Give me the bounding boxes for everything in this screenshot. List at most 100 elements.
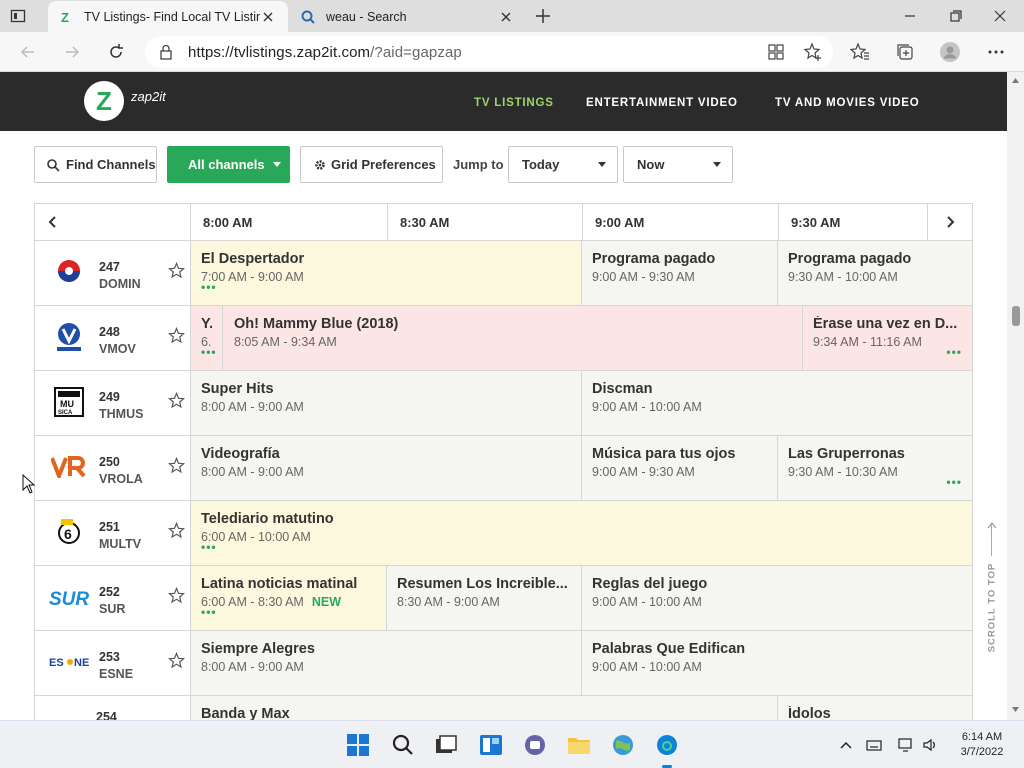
search-icon[interactable] <box>391 733 415 757</box>
program-cell[interactable]: Programa pagado 9:00 AM - 9:30 AM <box>582 241 778 305</box>
find-channels-button[interactable]: Find Channels <box>34 146 157 183</box>
program-cell[interactable]: El Despertador 7:00 AM - 9:00 AM ••• <box>191 241 582 305</box>
lock-icon[interactable] <box>159 44 173 60</box>
volume-icon[interactable] <box>922 737 938 753</box>
channel-cell[interactable]: 250 VROLA <box>35 436 191 500</box>
page-scrollbar[interactable] <box>1007 72 1024 720</box>
program-cell[interactable]: Telediario matutino 6:00 AM - 10:00 AM •… <box>191 501 972 565</box>
previous-time-icon[interactable] <box>44 213 62 231</box>
maximize-icon[interactable] <box>945 6 965 26</box>
nav-entertainment-video[interactable]: ENTERTAINMENT VIDEO <box>586 97 738 109</box>
more-options-icon[interactable]: ••• <box>946 475 962 489</box>
channel-number: 249 <box>99 390 120 404</box>
program-cell[interactable]: Reglas del juego 9:00 AM - 10:00 AM <box>582 566 972 630</box>
day-select[interactable]: Today <box>508 146 618 183</box>
new-tab-icon[interactable] <box>534 7 552 25</box>
channel-cell[interactable]: MU SICA 249 THMUS <box>35 371 191 435</box>
favorite-star-icon[interactable] <box>168 392 185 409</box>
program-cell[interactable]: Resumen Los Increible... 8:30 AM - 9:00 … <box>387 566 582 630</box>
chevron-up-icon[interactable] <box>838 737 854 753</box>
favorite-star-icon[interactable] <box>168 262 185 279</box>
program-cell[interactable]: Programa pagado 9:30 AM - 10:00 AM <box>778 241 972 305</box>
scroll-up-arrow-icon[interactable] <box>1011 76 1020 84</box>
program-cell[interactable]: Videografía 8:00 AM - 9:00 AM <box>191 436 582 500</box>
system-clock[interactable]: 6:14 AM 3/7/2022 <box>952 730 1012 760</box>
divider <box>991 524 992 556</box>
channel-cell[interactable]: 247 DOMIN <box>35 241 191 305</box>
zap2it-logo[interactable]: Z <box>84 81 124 121</box>
next-time-cell[interactable] <box>927 204 973 241</box>
profile-avatar-icon[interactable] <box>940 42 960 62</box>
program-cell[interactable]: Ídolos <box>778 696 972 720</box>
minimize-icon[interactable] <box>900 6 920 26</box>
favorite-star-icon[interactable] <box>168 457 185 474</box>
tab-tv-listings[interactable]: Z TV Listings- Find Local TV Listing <box>48 1 288 32</box>
grid-preferences-button[interactable]: Grid Preferences <box>300 146 443 183</box>
task-view-icon[interactable] <box>434 733 458 757</box>
vmov-logo <box>49 320 89 354</box>
program-cell[interactable]: Super Hits 8:00 AM - 9:00 AM <box>191 371 582 435</box>
program-cell[interactable]: Palabras Que Edifican 9:00 AM - 10:00 AM <box>582 631 972 695</box>
channel-cell[interactable]: 254 <box>35 696 191 720</box>
nav-tv-listings[interactable]: TV LISTINGS <box>474 97 554 109</box>
program-title: Reglas del juego <box>592 576 708 592</box>
more-options-icon[interactable]: ••• <box>946 345 962 359</box>
more-options-icon[interactable] <box>986 42 1006 62</box>
teams-chat-icon[interactable] <box>523 733 547 757</box>
program-cell[interactable]: Y. 6. ••• <box>191 306 223 370</box>
channel-row: 248 VMOV Y. 6. ••• Oh! Mammy Blue (2018)… <box>34 306 973 371</box>
close-window-icon[interactable] <box>990 6 1010 26</box>
more-options-icon[interactable]: ••• <box>201 345 217 359</box>
favorites-icon[interactable] <box>850 42 870 62</box>
jump-to-label: Jump to <box>453 157 504 172</box>
scrollbar-thumb[interactable] <box>1012 306 1020 326</box>
scroll-to-top-label: SCROLL TO TOP <box>986 562 998 653</box>
more-options-icon[interactable]: ••• <box>201 605 217 619</box>
program-cell[interactable]: Oh! Mammy Blue (2018) 8:05 AM - 9:34 AM <box>223 306 803 370</box>
more-options-icon[interactable]: ••• <box>201 540 217 554</box>
all-channels-dropdown[interactable]: All channels <box>167 146 290 183</box>
refresh-icon[interactable] <box>106 42 126 62</box>
windows-start-icon[interactable] <box>346 733 370 757</box>
scroll-down-arrow-icon[interactable] <box>1011 706 1020 714</box>
more-options-icon[interactable]: ••• <box>201 280 217 294</box>
favorite-star-icon[interactable] <box>168 522 185 539</box>
program-cell[interactable]: Érase una vez en D... 9:34 AM - 11:16 AM… <box>803 306 972 370</box>
next-time-icon[interactable] <box>941 213 959 231</box>
app-available-icon[interactable] <box>766 42 786 62</box>
program-title: Programa pagado <box>592 251 716 267</box>
file-explorer-icon[interactable] <box>567 733 591 757</box>
program-cell[interactable]: Latina noticias matinal 6:00 AM - 8:30 A… <box>191 566 387 630</box>
scroll-to-top-button[interactable]: SCROLL TO TOP <box>980 520 1004 660</box>
program-cell[interactable]: Banda y Max <box>191 696 778 720</box>
channel-cell[interactable]: SUR 252 SUR <box>35 566 191 630</box>
add-favorite-icon[interactable] <box>803 42 823 62</box>
tab-weau-search[interactable]: weau - Search <box>290 1 526 32</box>
channel-cell[interactable]: 248 VMOV <box>35 306 191 370</box>
channel-row: 247 DOMIN El Despertador 7:00 AM - 9:00 … <box>34 241 973 306</box>
maps-app-icon[interactable] <box>611 733 635 757</box>
program-cell[interactable]: Discman 9:00 AM - 10:00 AM <box>582 371 972 435</box>
favorite-star-icon[interactable] <box>168 327 185 344</box>
channel-cell[interactable]: ES NE 253 ESNE <box>35 631 191 695</box>
network-icon[interactable] <box>898 737 914 753</box>
program-cell[interactable]: Siempre Alegres 8:00 AM - 9:00 AM <box>191 631 582 695</box>
close-tab-icon[interactable] <box>498 9 514 25</box>
program-cell[interactable]: Las Gruperronas 9:30 AM - 10:30 AM ••• <box>778 436 972 500</box>
collections-icon[interactable] <box>895 42 915 62</box>
favorite-star-icon[interactable] <box>168 652 185 669</box>
program-cell[interactable]: Música para tus ojos 9:00 AM - 9:30 AM <box>582 436 778 500</box>
channel-cell[interactable]: 6 251 MULTV <box>35 501 191 565</box>
close-tab-icon[interactable] <box>260 9 276 25</box>
forward-icon[interactable] <box>62 42 82 62</box>
back-icon[interactable] <box>18 42 38 62</box>
tab-actions-icon[interactable] <box>10 8 26 24</box>
nav-tv-movies-video[interactable]: TV AND MOVIES VIDEO <box>775 97 920 109</box>
address-bar[interactable]: https://tvlistings.zap2it.com/?aid=gapza… <box>145 36 833 68</box>
favorite-star-icon[interactable] <box>168 587 185 604</box>
time-select[interactable]: Now <box>623 146 733 183</box>
keyboard-icon[interactable] <box>866 737 882 753</box>
edge-browser-icon[interactable] <box>655 733 679 757</box>
widgets-icon[interactable] <box>479 733 503 757</box>
time-slot: 8:00 AM <box>190 204 387 241</box>
